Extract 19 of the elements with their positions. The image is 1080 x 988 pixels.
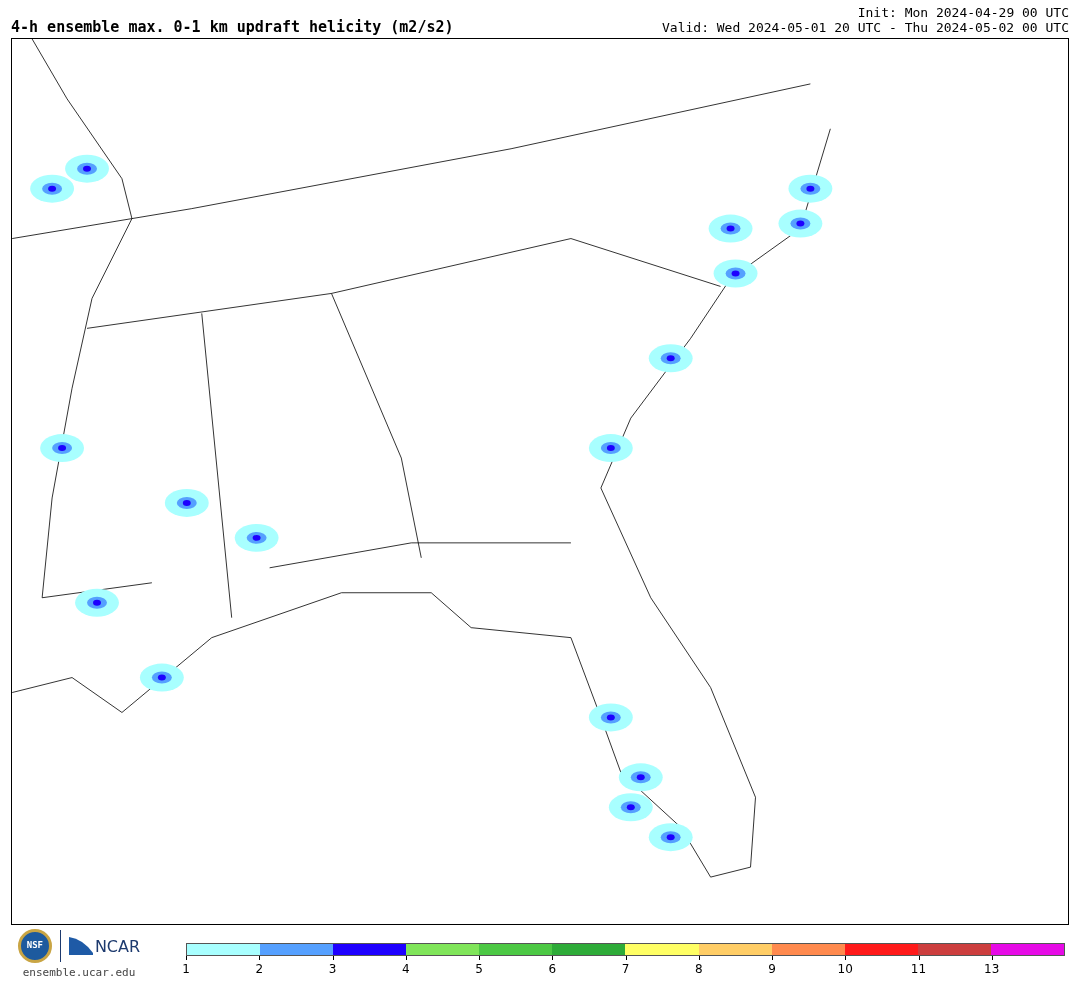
swoosh-icon — [68, 937, 93, 955]
scale-label: 3 — [328, 962, 337, 976]
scale-label: 9 — [768, 962, 776, 976]
scale-label: 6 — [548, 962, 557, 976]
site-url: ensemble.ucar.edu — [22, 965, 136, 981]
ncar-logo: NCAR — [68, 937, 141, 955]
scale-label: 7 — [621, 962, 630, 976]
map-title: 4-h ensemble max. 0-1 km updraft helicity (m2/s2) — [11, 20, 454, 35]
valid-time: Valid: Wed 2024-05-01 20 UTC - Thu 2024-05-02 00 UTC — [662, 20, 1069, 35]
scale-label: 10 — [837, 962, 853, 976]
scale-label: 11 — [910, 962, 927, 976]
scale-label: 4 — [401, 962, 410, 976]
scale-label: 13 — [984, 962, 1000, 976]
scale-label: 5 — [475, 962, 483, 976]
scale-label: 1 — [182, 962, 190, 976]
scale-label: 8 — [694, 962, 703, 976]
nsf-logo: NSF — [17, 929, 52, 963]
init-time: Init: Mon 2024-04-29 00 UTC — [857, 5, 1069, 20]
scale-label: 2 — [255, 962, 264, 976]
